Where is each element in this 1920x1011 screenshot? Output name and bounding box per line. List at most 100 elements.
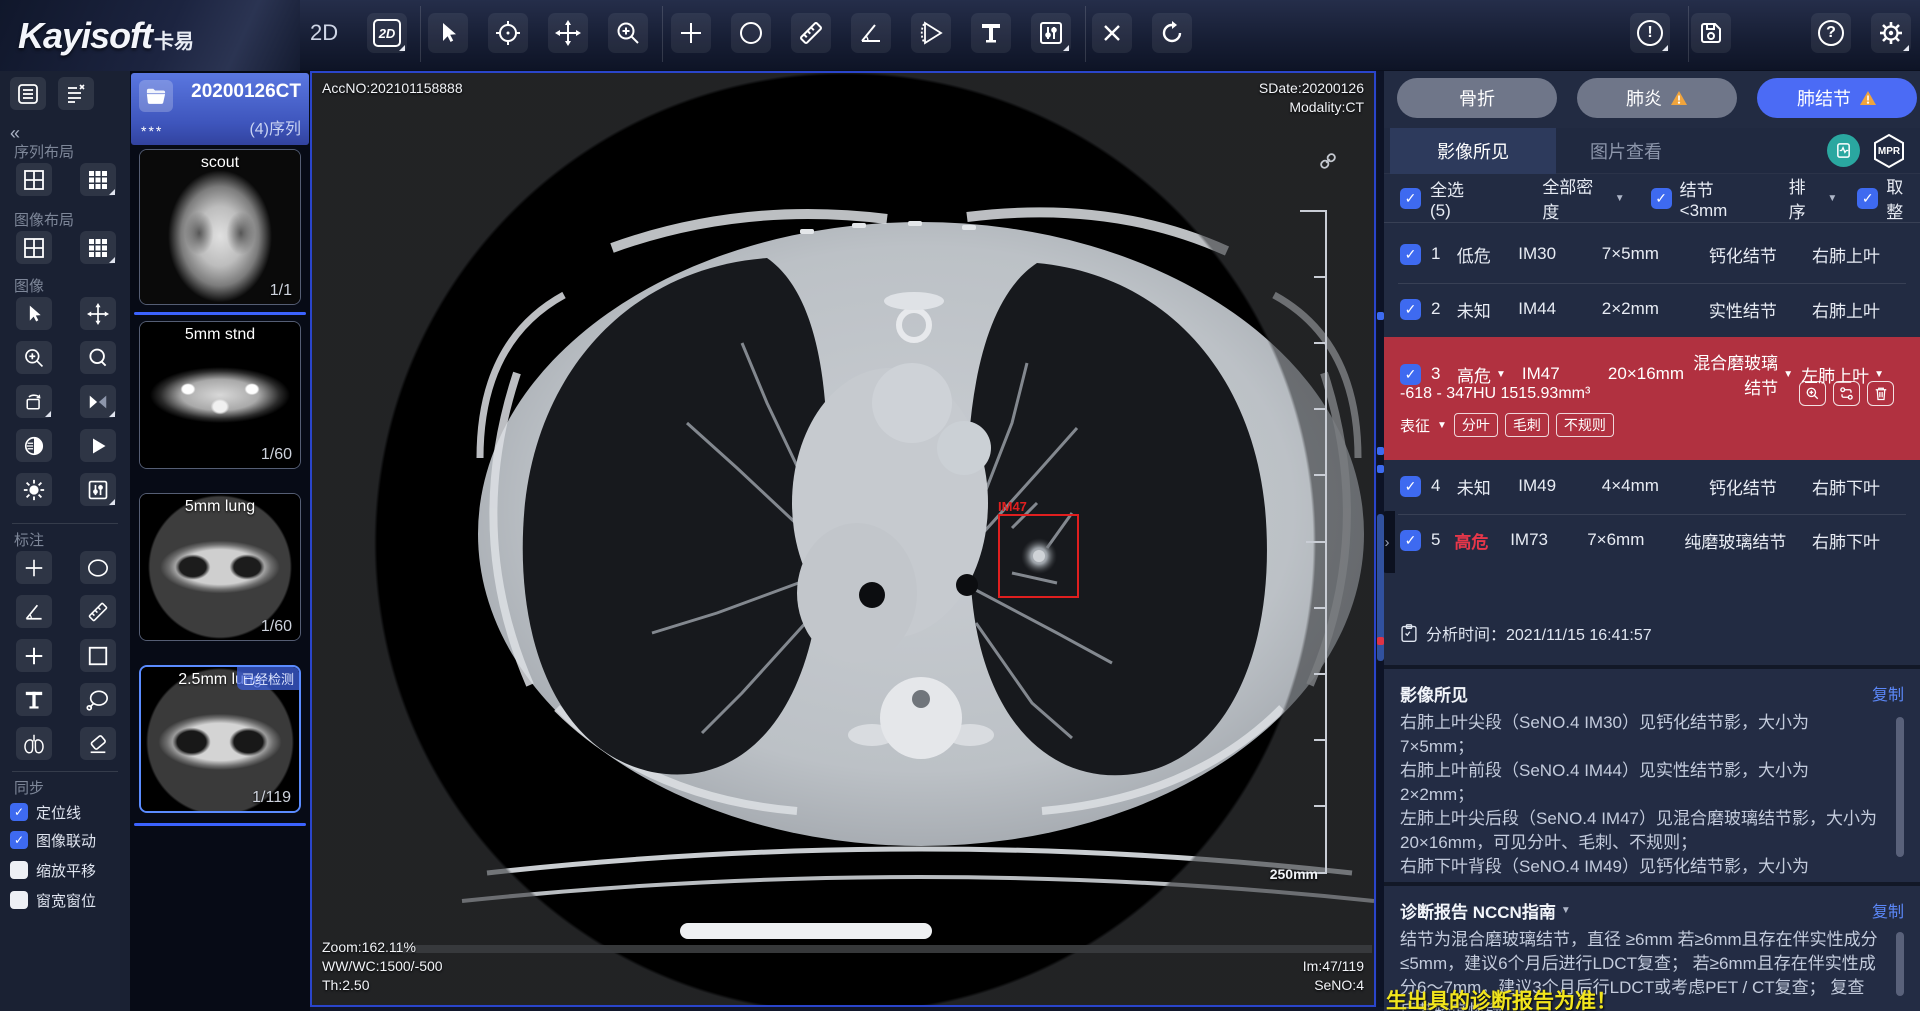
select-all-label[interactable]: 全选(5) — [1430, 176, 1484, 221]
lung-segmentation-button[interactable] — [16, 727, 52, 760]
thumbnail-5mm-stnd[interactable]: 5mm stnd 1/60 — [139, 321, 301, 469]
magnify-button-side[interactable] — [80, 341, 116, 374]
study-header[interactable]: 20200126CT *** (4)序列 — [131, 73, 309, 145]
annotation-rectangle-button[interactable] — [80, 639, 116, 672]
checkbox-unchecked[interactable] — [10, 861, 28, 879]
nodule-marker-blue[interactable] — [1377, 465, 1384, 473]
settings-button[interactable] — [1871, 13, 1911, 53]
image-layout-3x3-button[interactable] — [80, 231, 116, 264]
localizer-tool-button[interactable] — [488, 13, 528, 53]
pan-tool-button[interactable] — [548, 13, 588, 53]
ellipse-tool-button[interactable] — [731, 13, 771, 53]
zoom-in-button-side[interactable] — [16, 341, 52, 374]
layout-2d-button[interactable]: 2D — [367, 13, 407, 53]
angle-tool-button[interactable] — [851, 13, 891, 53]
row-checkbox[interactable]: ✓ — [1400, 299, 1421, 320]
crosshair-tool-button[interactable] — [671, 13, 711, 53]
annotation-ruler-button[interactable] — [80, 595, 116, 628]
trait-tag[interactable]: 分叶 — [1454, 413, 1498, 437]
help-button[interactable]: ? — [1811, 13, 1851, 53]
trait-tag[interactable]: 毛刺 — [1505, 413, 1549, 437]
annotation-crosshair-button[interactable] — [16, 551, 52, 584]
series-layout-3x3-button[interactable] — [80, 163, 116, 196]
zoom-tool-button[interactable] — [608, 13, 648, 53]
rotate-button-side[interactable] — [16, 385, 52, 418]
sync-option-zoom-pan[interactable]: 缩放平移 — [10, 859, 96, 881]
checkbox-checked[interactable]: ✓ — [10, 803, 28, 821]
report-alert-button[interactable]: ! — [1630, 13, 1670, 53]
nodule-roi-box[interactable]: IM47 — [998, 514, 1079, 598]
nodule-row-3-expanded[interactable]: ✓ 3 高危 ▼ IM47 20×16mm 混合磨玻璃结节 ▼ 左肺上叶 ▼ -… — [1384, 337, 1920, 460]
findings-copy-button[interactable]: 复制 — [1872, 681, 1904, 705]
nodule-risk-dropdown[interactable]: 高危 — [1457, 362, 1491, 387]
row-checkbox[interactable]: ✓ — [1400, 476, 1421, 497]
series-list-button[interactable] — [58, 77, 94, 110]
reset-button[interactable] — [1152, 13, 1192, 53]
trait-tag[interactable]: 不规则 — [1556, 413, 1614, 437]
follow-up-compare-button[interactable] — [1833, 381, 1860, 406]
round-label[interactable]: 取整 — [1886, 173, 1920, 223]
save-button[interactable] — [1691, 13, 1731, 53]
sync-option-localizer[interactable]: ✓ 定位线 — [10, 801, 81, 823]
image-layout-2x2-button[interactable] — [16, 231, 52, 264]
nodule-row-5[interactable]: ✓ 5 高危 IM73 7×6mm 纯磨玻璃结节 右肺下叶 — [1384, 516, 1920, 564]
annotation-point-button[interactable] — [16, 639, 52, 672]
nodule-row-1[interactable]: ✓ 1 低危 IM30 7×5mm 钙化结节 右肺上叶 — [1384, 230, 1920, 278]
row-checkbox[interactable]: ✓ — [1400, 244, 1421, 265]
nodule-row-4[interactable]: ✓ 4 未知 IM49 4×4mm 钙化结节 右肺下叶 — [1384, 462, 1920, 510]
mpr-button[interactable]: MPR — [1871, 133, 1907, 169]
annotation-callout-button[interactable] — [80, 683, 116, 716]
findings-scrollbar[interactable] — [1896, 717, 1904, 857]
nodule-marker-red[interactable] — [1377, 637, 1384, 645]
tab-findings[interactable]: 影像所见 — [1390, 128, 1556, 174]
thumbnail-5mm-lung[interactable]: 5mm lung 1/60 — [139, 493, 301, 641]
magnify-nodule-button[interactable] — [1799, 381, 1826, 406]
report-copy-button[interactable]: 复制 — [1872, 898, 1904, 922]
module-pneumonia-button[interactable]: 肺炎 — [1577, 78, 1737, 118]
nodule-type-dropdown[interactable]: 混合磨玻璃结节 — [1684, 349, 1778, 399]
sync-option-image-link[interactable]: ✓ 图像联动 — [10, 829, 96, 851]
nodule-marker-blue[interactable] — [1377, 447, 1384, 455]
eraser-button[interactable] — [80, 727, 116, 760]
module-lung-nodule-button[interactable]: 肺结节 — [1757, 78, 1917, 118]
select-tool-button[interactable] — [428, 13, 468, 53]
cine-play-button-side[interactable] — [80, 429, 116, 462]
delete-annotation-button[interactable] — [1092, 13, 1132, 53]
thumbnail-2.5mm-lung[interactable]: 已经检测 2.5mm lung 1/119 — [139, 665, 301, 813]
annotation-ellipse-button[interactable] — [80, 551, 116, 584]
thumbnail-scout[interactable]: scout 1/1 — [139, 149, 301, 305]
ct-image-viewport[interactable]: AccNO:202101158888 SDate:20200126 Modali… — [310, 71, 1376, 1007]
small-nodule-checkbox[interactable]: ✓ — [1651, 188, 1672, 209]
slice-scrollbar[interactable] — [1377, 71, 1384, 1007]
density-filter-dropdown[interactable]: 全部密度 — [1542, 173, 1609, 223]
text-tool-button[interactable] — [971, 13, 1011, 53]
flip-button-side[interactable] — [80, 385, 116, 418]
sort-dropdown[interactable]: 排序 — [1789, 173, 1823, 223]
annotation-text-button[interactable] — [16, 683, 52, 716]
delete-nodule-button[interactable] — [1867, 381, 1894, 406]
nodule-row-2[interactable]: ✓ 2 未知 IM44 2×2mm 实性结节 右肺上叶 — [1384, 285, 1920, 333]
chevron-down-icon[interactable]: ▼ — [1561, 905, 1571, 916]
window-level-tool-button[interactable] — [1031, 13, 1071, 53]
worklist-button[interactable] — [10, 77, 46, 110]
cobb-angle-tool-button[interactable] — [911, 13, 951, 53]
series-layout-2x2-button[interactable] — [16, 163, 52, 196]
annotation-angle-button[interactable] — [16, 595, 52, 628]
round-checkbox[interactable]: ✓ — [1857, 188, 1878, 209]
row-checkbox[interactable]: ✓ — [1400, 530, 1421, 551]
trait-dropdown[interactable]: 表征 — [1400, 415, 1430, 436]
brightness-button-side[interactable] — [16, 473, 52, 506]
checkbox-unchecked[interactable] — [10, 891, 28, 909]
tab-image-view[interactable]: 图片查看 — [1556, 128, 1696, 174]
small-nodule-label[interactable]: 结节<3mm — [1680, 176, 1761, 221]
pan-tool-button-side[interactable] — [80, 297, 116, 330]
ruler-tool-button[interactable] — [791, 13, 831, 53]
invert-button-side[interactable] — [16, 429, 52, 462]
checkbox-checked[interactable]: ✓ — [10, 831, 28, 849]
sync-option-window-level[interactable]: 窗宽窗位 — [10, 889, 96, 911]
report-scrollbar[interactable] — [1896, 932, 1904, 996]
select-tool-button-side[interactable] — [16, 297, 52, 330]
structured-report-icon[interactable] — [1827, 134, 1860, 167]
window-level-button-side[interactable] — [80, 473, 116, 506]
row-checkbox[interactable]: ✓ — [1400, 364, 1421, 385]
